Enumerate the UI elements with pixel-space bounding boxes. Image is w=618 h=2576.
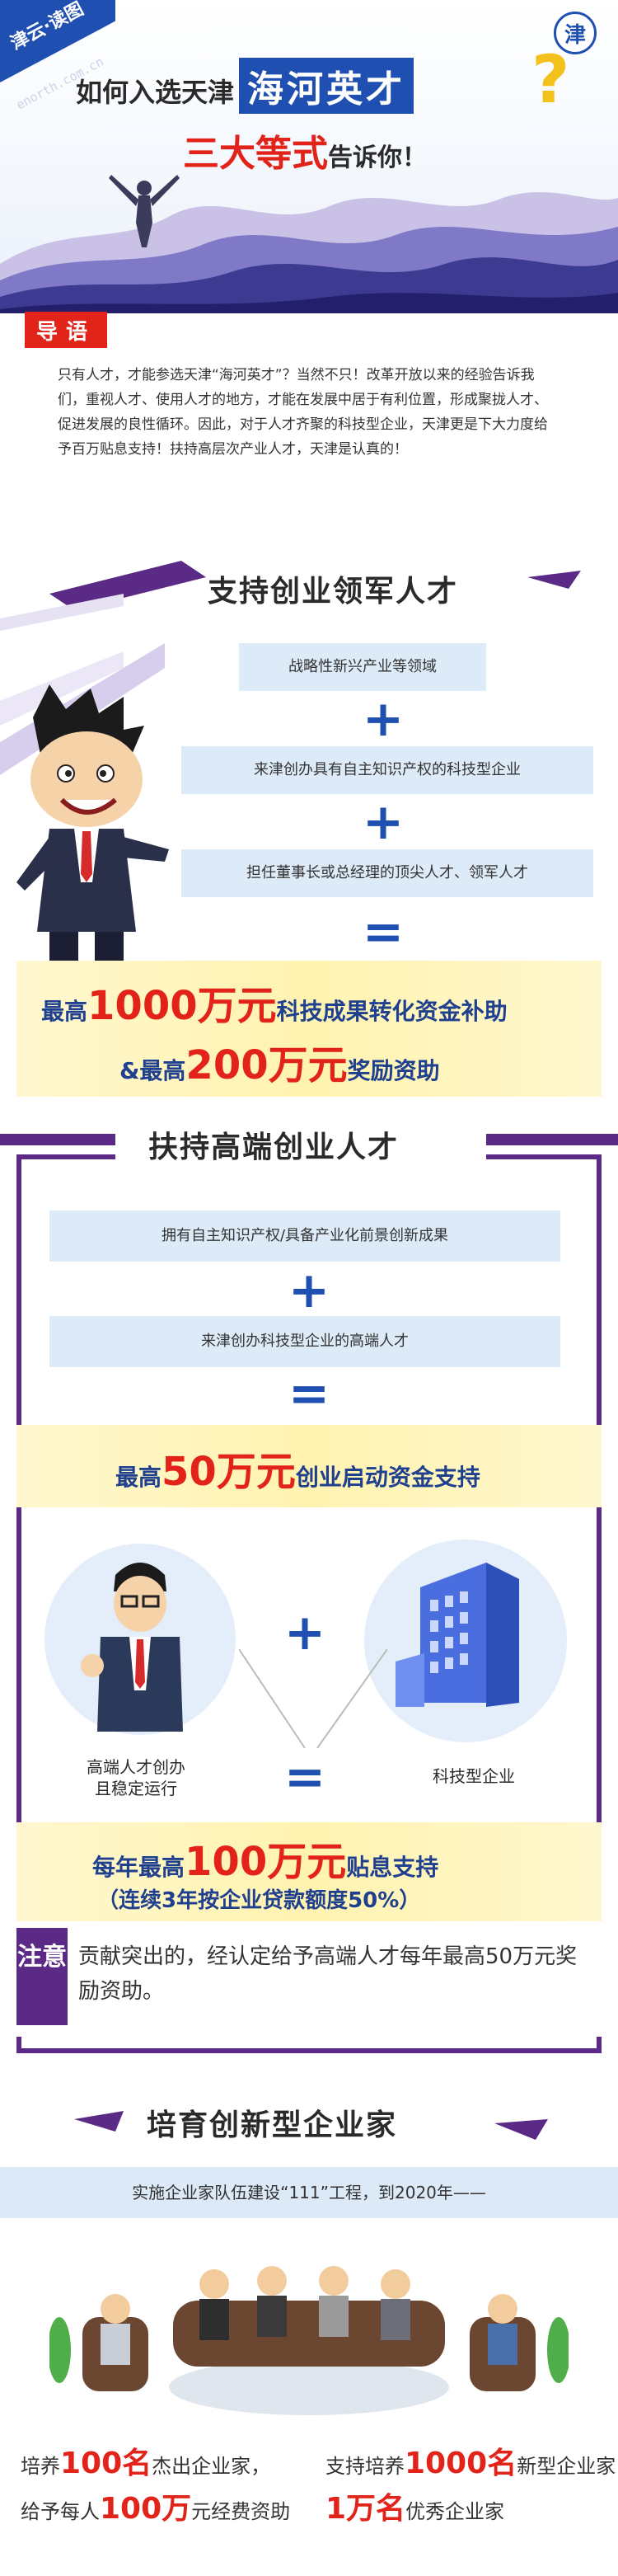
bottom-left-line-1: 培养100名杰出企业家，	[21, 2449, 270, 2481]
amount-10000-entrepreneurs: 1万名	[325, 2492, 406, 2526]
bottom-left-line-2: 给予每人100万元经费资助	[21, 2494, 290, 2527]
amount-100-entrepreneurs: 100名	[60, 2447, 152, 2480]
notice-text: 贡献突出的，经认定给予高端人才每年最高50万元奖励资助。	[78, 1944, 578, 2004]
result-suffix: 贴息支持	[346, 1854, 439, 1881]
talent-person-illustration	[44, 1544, 236, 1735]
section1-condition-3: 担任董事长或总经理的顶尖人才、领军人才	[181, 849, 593, 897]
page-subtitle: 三大等式告诉你！	[183, 124, 427, 176]
section2-title: 扶持高端创业人才	[148, 1131, 400, 1164]
equals-icon: =	[362, 903, 405, 961]
section2-result-note: （连续3年按企业贷款额度50%）	[97, 1888, 421, 1913]
text-prefix: 支持培养	[325, 2455, 405, 2478]
section1-condition-1: 战略性新兴产业等领域	[239, 643, 486, 691]
text-suffix: 优秀企业家	[405, 2500, 505, 2523]
talent-label: 高端人才创办 且稳定运行	[87, 1757, 185, 1798]
section3-subtitle: 实施企业家队伍建设“111”工程，到2020年——	[0, 2167, 618, 2218]
section1-result-line-2: &最高200万元奖励资助	[119, 1032, 440, 1090]
text-prefix: 培养	[21, 2455, 60, 2478]
mountain-illustration	[0, 175, 618, 313]
result-suffix: 创业启动资金支持	[295, 1464, 480, 1491]
text-prefix: 给予每人	[21, 2500, 100, 2523]
bottom-right-line-1: 支持培养1000名新型企业家	[325, 2449, 616, 2481]
result-prefix: 最高	[41, 998, 88, 1025]
result-amount-200: 200万元	[185, 1042, 348, 1088]
section1-condition-2: 来津创办具有自主知识产权的科技型企业	[181, 746, 593, 794]
plus-icon: +	[362, 690, 405, 748]
result-prefix: 最高	[115, 1464, 162, 1491]
section2-condition-2: 来津创办科技型企业的高端人才	[49, 1316, 560, 1367]
result-amount-100: 100万元	[185, 1839, 347, 1885]
plus-icon: +	[362, 793, 405, 851]
connector-lines	[239, 1649, 387, 1749]
plus-icon: +	[288, 1262, 330, 1319]
amount-100-wan: 100万	[100, 2492, 192, 2526]
result-suffix: 奖励资助	[347, 1057, 440, 1084]
section3-title: 培育创新型企业家	[147, 2108, 398, 2142]
title-highlight: 海河英才	[239, 58, 414, 114]
subtitle-tail: 告诉你！	[328, 143, 427, 172]
entrepreneurs-meeting-illustration	[49, 2266, 569, 2415]
section2-result-line-2: 每年最高100万元贴息支持	[92, 1829, 438, 1887]
section1-title: 支持创业领军人才	[208, 575, 459, 609]
result-suffix: 科技成果转化资金补助	[276, 998, 508, 1025]
question-mark-icon: ?	[531, 41, 570, 118]
text-suffix: 元经费资助	[191, 2500, 291, 2523]
result-amount-1000: 1000万元	[87, 983, 277, 1029]
office-building-illustration	[364, 1539, 567, 1742]
result-amount-50: 50万元	[162, 1449, 296, 1495]
page-title: 如何入选天津 海河英才	[76, 58, 414, 114]
text-suffix: 新型企业家	[517, 2455, 616, 2478]
section1-result-line-1: 最高1000万元科技成果转化资金补助	[41, 973, 508, 1031]
section2-result-line: 最高50万元创业启动资金支持	[115, 1439, 480, 1497]
intro-badge: 导语	[25, 312, 107, 348]
enterprise-label: 科技型企业	[433, 1766, 515, 1786]
cartoon-businessman-illustration	[16, 684, 169, 969]
amount-1000-entrepreneurs: 1000名	[405, 2447, 517, 2480]
result-prefix: 每年最高	[92, 1854, 185, 1881]
equals-icon: =	[288, 1365, 330, 1422]
intro-paragraph: 只有人才，才能参选天津“海河英才”？当然不只！改革开放以来的经验告诉我们，重视人…	[58, 367, 548, 458]
equals-icon: =	[283, 1748, 326, 1806]
notice-label: 注意	[16, 1928, 68, 2025]
title-prefix: 如何入选天津	[76, 77, 235, 108]
section2-condition-1: 拥有自主知识产权/具备产业化前景创新成果	[49, 1210, 560, 1262]
result-prefix: &最高	[119, 1057, 186, 1084]
text-suffix: 杰出企业家，	[152, 2455, 271, 2478]
subtitle-main: 三大等式	[183, 133, 328, 175]
bottom-right-line-2: 1万名优秀企业家	[325, 2494, 504, 2527]
